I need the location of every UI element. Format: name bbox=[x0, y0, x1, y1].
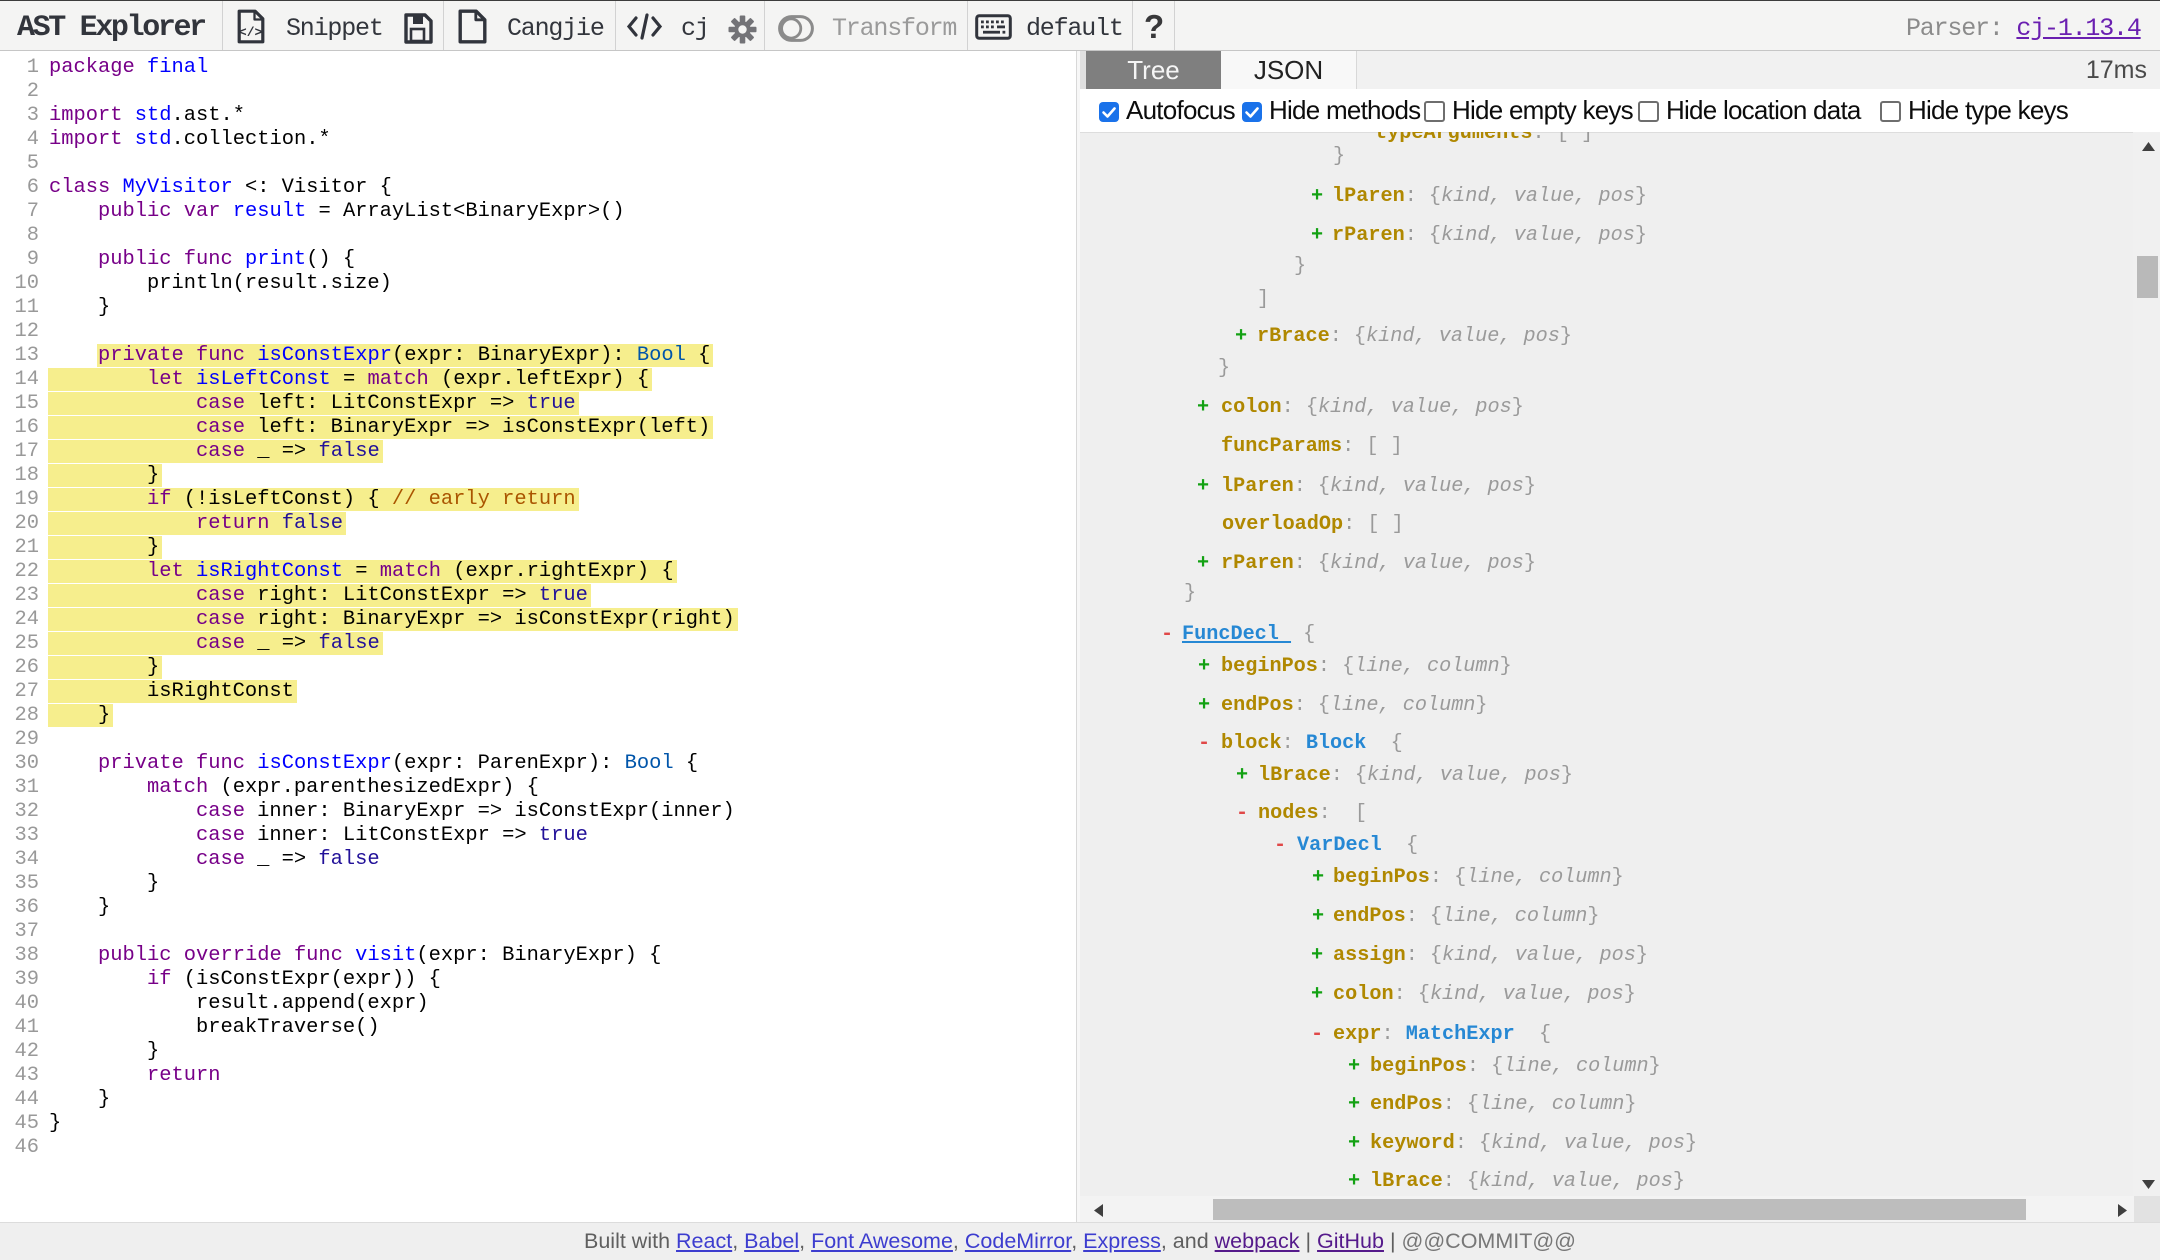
svg-text:</>: </> bbox=[239, 25, 263, 40]
